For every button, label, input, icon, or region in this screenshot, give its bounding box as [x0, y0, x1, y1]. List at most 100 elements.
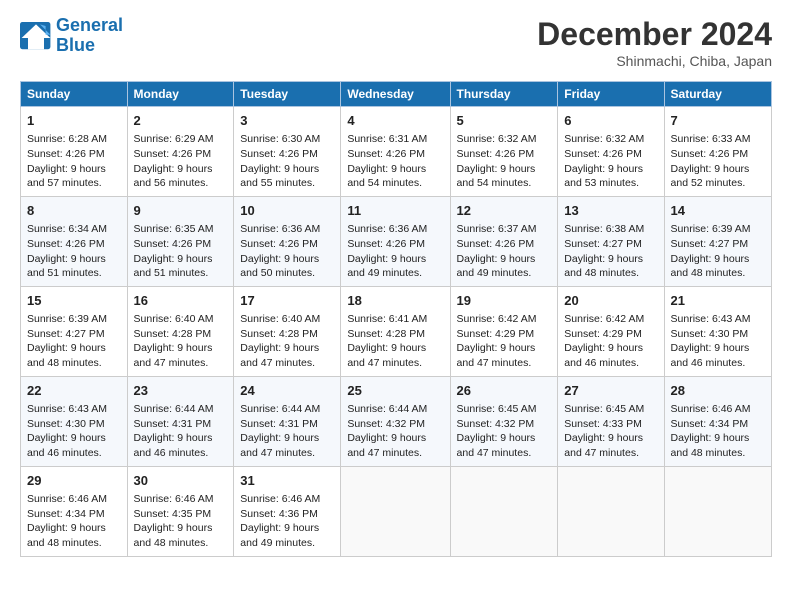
day-info-line: Daylight: 9 hours and 47 minutes. — [457, 341, 552, 370]
day-number: 10 — [240, 202, 334, 220]
day-info-line: Daylight: 9 hours and 47 minutes. — [347, 431, 443, 460]
day-cell: 26Sunrise: 6:45 AMSunset: 4:32 PMDayligh… — [450, 376, 558, 466]
day-info-line: Sunset: 4:27 PM — [671, 237, 765, 252]
day-info-line: Sunset: 4:32 PM — [457, 417, 552, 432]
day-number: 7 — [671, 112, 765, 130]
day-cell: 10Sunrise: 6:36 AMSunset: 4:26 PMDayligh… — [234, 196, 341, 286]
day-info-line: Sunrise: 6:40 AM — [240, 312, 334, 327]
day-cell: 27Sunrise: 6:45 AMSunset: 4:33 PMDayligh… — [558, 376, 664, 466]
day-info-line: Sunrise: 6:32 AM — [457, 132, 552, 147]
day-cell: 5Sunrise: 6:32 AMSunset: 4:26 PMDaylight… — [450, 107, 558, 197]
day-cell — [450, 466, 558, 556]
day-info-line: Sunrise: 6:46 AM — [27, 492, 121, 507]
day-number: 20 — [564, 292, 657, 310]
day-info-line: Daylight: 9 hours and 51 minutes. — [134, 252, 228, 281]
day-cell: 29Sunrise: 6:46 AMSunset: 4:34 PMDayligh… — [21, 466, 128, 556]
day-info-line: Sunset: 4:26 PM — [347, 147, 443, 162]
day-info-line: Sunset: 4:26 PM — [240, 147, 334, 162]
day-number: 24 — [240, 382, 334, 400]
day-number: 1 — [27, 112, 121, 130]
calendar-header: SundayMondayTuesdayWednesdayThursdayFrid… — [21, 82, 772, 107]
day-info-line: Sunrise: 6:38 AM — [564, 222, 657, 237]
day-info-line: Sunrise: 6:30 AM — [240, 132, 334, 147]
day-info-line: Daylight: 9 hours and 49 minutes. — [457, 252, 552, 281]
day-cell: 18Sunrise: 6:41 AMSunset: 4:28 PMDayligh… — [341, 286, 450, 376]
day-info-line: Sunrise: 6:40 AM — [134, 312, 228, 327]
day-cell — [341, 466, 450, 556]
day-info-line: Sunset: 4:33 PM — [564, 417, 657, 432]
day-info-line: Daylight: 9 hours and 49 minutes. — [240, 521, 334, 550]
day-number: 5 — [457, 112, 552, 130]
day-info-line: Daylight: 9 hours and 49 minutes. — [347, 252, 443, 281]
day-info-line: Sunrise: 6:46 AM — [134, 492, 228, 507]
day-info-line: Sunset: 4:27 PM — [27, 327, 121, 342]
day-number: 16 — [134, 292, 228, 310]
day-info-line: Daylight: 9 hours and 48 minutes. — [671, 431, 765, 460]
day-info-line: Sunset: 4:36 PM — [240, 507, 334, 522]
day-number: 3 — [240, 112, 334, 130]
day-info-line: Sunrise: 6:44 AM — [134, 402, 228, 417]
day-info-line: Daylight: 9 hours and 50 minutes. — [240, 252, 334, 281]
subtitle: Shinmachi, Chiba, Japan — [537, 53, 772, 69]
day-info-line: Daylight: 9 hours and 46 minutes. — [134, 431, 228, 460]
logo-text: General Blue — [56, 16, 123, 56]
day-info-line: Daylight: 9 hours and 55 minutes. — [240, 162, 334, 191]
day-cell: 21Sunrise: 6:43 AMSunset: 4:30 PMDayligh… — [664, 286, 771, 376]
day-info-line: Sunrise: 6:37 AM — [457, 222, 552, 237]
week-row-1: 1Sunrise: 6:28 AMSunset: 4:26 PMDaylight… — [21, 107, 772, 197]
day-info-line: Sunset: 4:34 PM — [27, 507, 121, 522]
day-info-line: Sunrise: 6:42 AM — [564, 312, 657, 327]
logo-general: General — [56, 15, 123, 35]
day-info-line: Sunset: 4:29 PM — [564, 327, 657, 342]
week-row-3: 15Sunrise: 6:39 AMSunset: 4:27 PMDayligh… — [21, 286, 772, 376]
header-cell-monday: Monday — [127, 82, 234, 107]
day-number: 28 — [671, 382, 765, 400]
day-info-line: Sunset: 4:26 PM — [671, 147, 765, 162]
day-info-line: Sunrise: 6:28 AM — [27, 132, 121, 147]
day-info-line: Daylight: 9 hours and 54 minutes. — [347, 162, 443, 191]
day-number: 26 — [457, 382, 552, 400]
header-cell-friday: Friday — [558, 82, 664, 107]
header-cell-tuesday: Tuesday — [234, 82, 341, 107]
day-info-line: Sunset: 4:31 PM — [240, 417, 334, 432]
day-number: 2 — [134, 112, 228, 130]
day-info-line: Sunrise: 6:44 AM — [240, 402, 334, 417]
day-info-line: Sunset: 4:31 PM — [134, 417, 228, 432]
day-cell: 20Sunrise: 6:42 AMSunset: 4:29 PMDayligh… — [558, 286, 664, 376]
day-info-line: Daylight: 9 hours and 53 minutes. — [564, 162, 657, 191]
day-info-line: Sunset: 4:26 PM — [347, 237, 443, 252]
main-title: December 2024 — [537, 16, 772, 53]
week-row-2: 8Sunrise: 6:34 AMSunset: 4:26 PMDaylight… — [21, 196, 772, 286]
day-info-line: Sunrise: 6:45 AM — [564, 402, 657, 417]
day-info-line: Sunrise: 6:45 AM — [457, 402, 552, 417]
day-number: 29 — [27, 472, 121, 490]
day-number: 9 — [134, 202, 228, 220]
day-cell: 6Sunrise: 6:32 AMSunset: 4:26 PMDaylight… — [558, 107, 664, 197]
day-info-line: Daylight: 9 hours and 48 minutes. — [134, 521, 228, 550]
day-info-line: Sunset: 4:32 PM — [347, 417, 443, 432]
day-info-line: Daylight: 9 hours and 48 minutes. — [671, 252, 765, 281]
day-info-line: Daylight: 9 hours and 46 minutes. — [27, 431, 121, 460]
day-cell: 23Sunrise: 6:44 AMSunset: 4:31 PMDayligh… — [127, 376, 234, 466]
day-info-line: Daylight: 9 hours and 47 minutes. — [564, 431, 657, 460]
day-info-line: Sunrise: 6:43 AM — [671, 312, 765, 327]
calendar-body: 1Sunrise: 6:28 AMSunset: 4:26 PMDaylight… — [21, 107, 772, 557]
day-cell: 7Sunrise: 6:33 AMSunset: 4:26 PMDaylight… — [664, 107, 771, 197]
day-cell: 31Sunrise: 6:46 AMSunset: 4:36 PMDayligh… — [234, 466, 341, 556]
day-info-line: Daylight: 9 hours and 46 minutes. — [671, 341, 765, 370]
day-number: 25 — [347, 382, 443, 400]
day-cell: 13Sunrise: 6:38 AMSunset: 4:27 PMDayligh… — [558, 196, 664, 286]
day-info-line: Daylight: 9 hours and 51 minutes. — [27, 252, 121, 281]
day-number: 17 — [240, 292, 334, 310]
day-info-line: Sunrise: 6:34 AM — [27, 222, 121, 237]
logo-icon — [20, 22, 52, 50]
day-number: 6 — [564, 112, 657, 130]
day-info-line: Daylight: 9 hours and 47 minutes. — [240, 341, 334, 370]
day-info-line: Daylight: 9 hours and 48 minutes. — [27, 341, 121, 370]
title-block: December 2024 Shinmachi, Chiba, Japan — [537, 16, 772, 69]
header-cell-thursday: Thursday — [450, 82, 558, 107]
day-info-line: Sunset: 4:29 PM — [457, 327, 552, 342]
week-row-4: 22Sunrise: 6:43 AMSunset: 4:30 PMDayligh… — [21, 376, 772, 466]
day-cell — [664, 466, 771, 556]
day-cell: 3 Sunrise: 6:30 AMSunset: 4:26 PMDaylight… — [234, 107, 341, 197]
